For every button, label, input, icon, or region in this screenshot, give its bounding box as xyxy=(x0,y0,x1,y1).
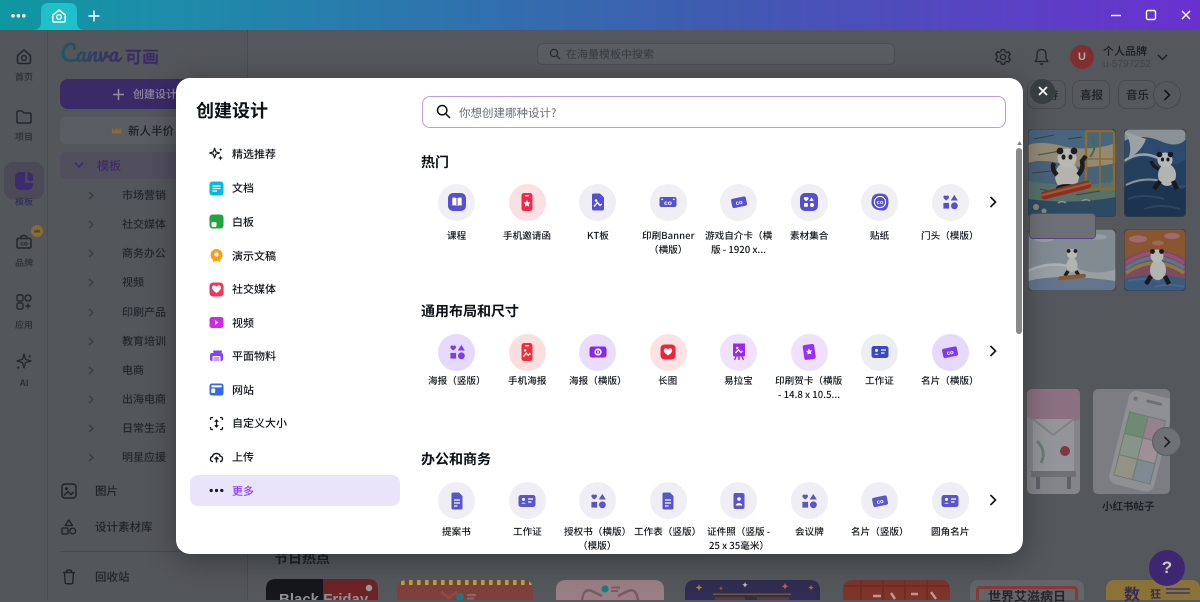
svg-text:co: co xyxy=(20,241,28,248)
svg-text:Black Friday: Black Friday xyxy=(279,591,369,600)
svg-text:co: co xyxy=(664,200,672,207)
svg-text:co: co xyxy=(876,200,883,206)
